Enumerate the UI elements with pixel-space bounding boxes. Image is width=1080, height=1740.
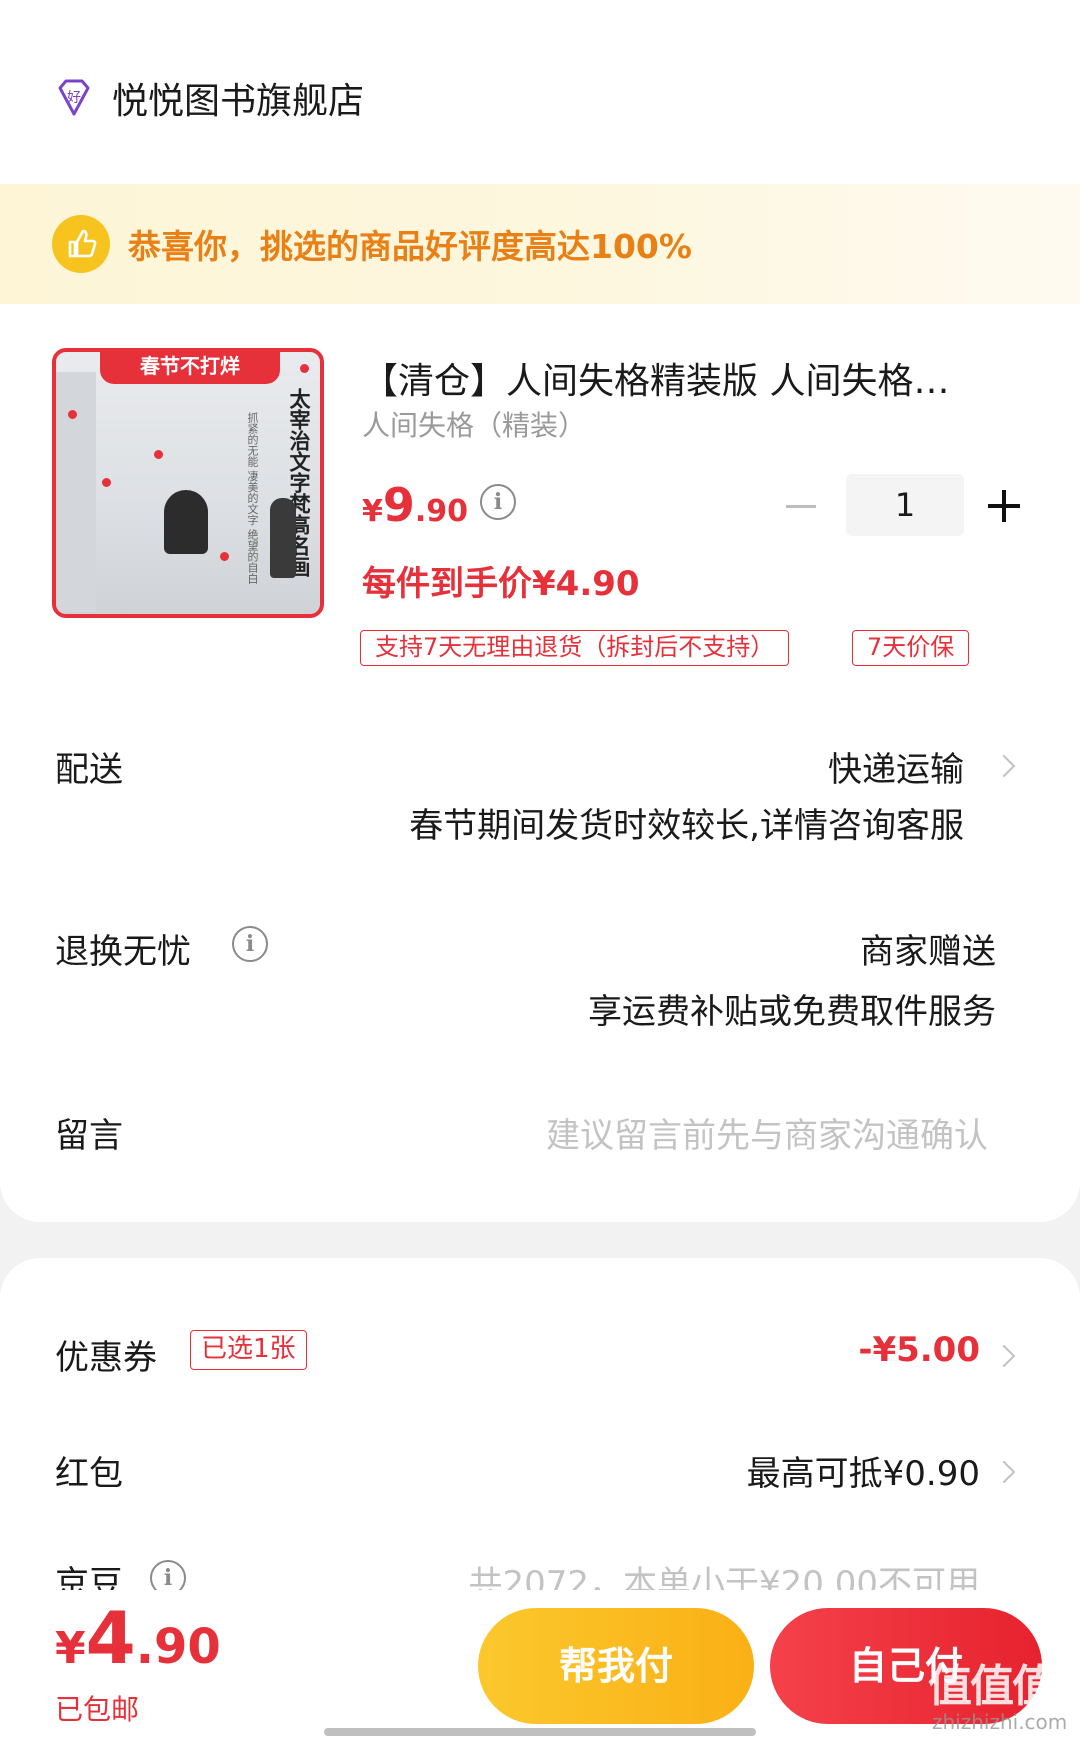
cover-dot <box>220 552 229 561</box>
coupon-label: 优惠券 <box>55 1338 157 1378</box>
coupon-selected-badge: 已选1张 <box>190 1330 307 1370</box>
help-me-pay-button[interactable]: 帮我付 <box>478 1608 754 1724</box>
price-info-icon[interactable]: i <box>480 484 516 520</box>
rating-banner-text: 恭喜你，挑选的商品好评度高达100% <box>128 227 692 266</box>
cover-dot <box>68 410 77 419</box>
price-protection-tag: 7天价保 <box>852 630 970 666</box>
site-watermark: 值值值 <box>928 1661 1056 1712</box>
total-price: ¥4.90 <box>55 1596 221 1680</box>
quantity-increase-button[interactable] <box>988 488 1024 524</box>
total-decimal: .90 <box>135 1619 221 1675</box>
quantity-input[interactable]: 1 <box>846 474 964 536</box>
product-cover-image[interactable]: 春节不打烊 太宰治文字梵高名画 抓紧的无能 凄美的文字 绝望的自白 <box>52 348 324 618</box>
cover-figure-man <box>270 498 296 578</box>
home-indicator[interactable] <box>324 1728 756 1736</box>
cover-ribbon: 春节不打烊 <box>100 352 280 384</box>
product-title[interactable]: 【清仓】人间失格精装版 人间失格… <box>362 352 1002 404</box>
shop-name: 悦悦图书旗舰店 <box>112 81 365 122</box>
cover-dot <box>300 364 309 373</box>
svg-text:好: 好 <box>67 90 81 106</box>
site-watermark-url: zhizhizhi.com <box>932 1710 1068 1734</box>
cover-dot <box>102 478 111 487</box>
returns-value: 商家赠送 <box>860 932 996 972</box>
returns-label: 退换无忧 <box>55 932 191 972</box>
red-packet-value[interactable]: 最高可抵¥0.90 <box>747 1446 980 1495</box>
price-integer: 9 <box>382 478 415 532</box>
product-spec[interactable]: 人间失格（精装） <box>362 404 586 444</box>
price-decimal: .90 <box>414 494 469 529</box>
good-shop-diamond-icon: 好 <box>58 79 90 116</box>
red-packet-label: 红包 <box>55 1454 123 1494</box>
cover-dot <box>154 450 163 459</box>
net-price-per-item: 每件到手价¥4.90 <box>362 564 640 604</box>
shop-header[interactable]: 好 悦悦图书旗舰店 <box>52 72 364 124</box>
rating-banner: 恭喜你，挑选的商品好评度高达100% <box>0 184 1080 304</box>
quantity-decrease-button[interactable] <box>786 492 820 520</box>
delivery-label: 配送 <box>55 750 123 790</box>
price-symbol: ¥ <box>362 494 383 529</box>
total-symbol: ¥ <box>55 1623 86 1674</box>
thumbs-up-icon <box>52 215 110 273</box>
cover-spine <box>56 372 96 612</box>
returns-note: 享运费补贴或免费取件服务 <box>588 992 996 1032</box>
return-policy-tag: 支持7天无理由退货（拆封后不支持） <box>360 630 790 666</box>
unit-price: ¥9.90 <box>362 478 468 532</box>
cover-subtitle: 抓紧的无能 凄美的文字 绝望的自白 <box>246 412 259 584</box>
message-input[interactable]: 建议留言前先与商家沟通确认 <box>546 1108 988 1157</box>
returns-info-icon[interactable]: i <box>232 926 268 962</box>
delivery-note: 春节期间发货时效较长,详情咨询客服 <box>409 806 964 846</box>
delivery-method[interactable]: 快递运输 <box>828 742 964 791</box>
message-label: 留言 <box>55 1116 123 1156</box>
free-shipping-label: 已包邮 <box>55 1693 140 1726</box>
cover-figure-girl <box>164 490 208 554</box>
total-integer: 4 <box>85 1596 136 1680</box>
coupon-value[interactable]: -¥5.00 <box>858 1330 980 1370</box>
